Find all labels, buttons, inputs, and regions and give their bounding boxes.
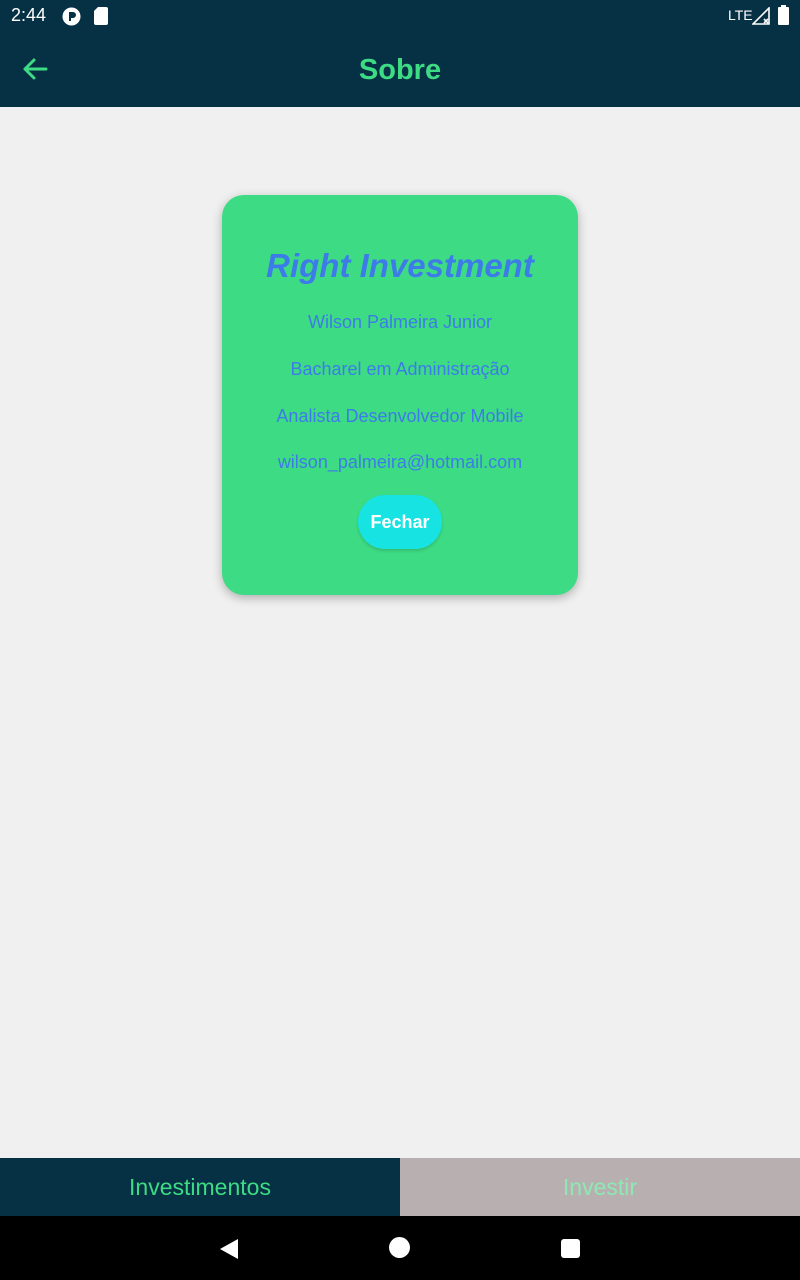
battery-icon	[778, 5, 789, 25]
close-button[interactable]: Fechar	[358, 495, 442, 549]
main-content: Right Investment Wilson Palmeira Junior …	[0, 107, 800, 1158]
network-type: LTE	[728, 7, 753, 23]
recents-square-icon[interactable]	[561, 1239, 580, 1258]
back-triangle-icon[interactable]	[219, 1238, 239, 1260]
tab-investir[interactable]: Investir	[400, 1158, 800, 1216]
status-bar: 2:44 LTE	[0, 0, 800, 32]
author-role: Analista Desenvolvedor Mobile	[276, 406, 524, 426]
about-dialog: Right Investment Wilson Palmeira Junior …	[222, 195, 578, 595]
home-circle-icon[interactable]	[389, 1237, 410, 1258]
tab-investimentos[interactable]: Investimentos	[0, 1158, 400, 1216]
signal-icon	[751, 6, 770, 25]
author-degree: Bacharel em Administração	[290, 359, 510, 379]
dialog-title: Right Investment	[266, 247, 534, 284]
author-email: wilson_palmeira@hotmail.com	[277, 452, 523, 472]
app-bar: Sobre	[0, 32, 800, 107]
author-name: Wilson Palmeira Junior	[307, 312, 493, 332]
status-time: 2:44	[11, 5, 47, 25]
system-nav-bar	[0, 1216, 800, 1280]
bottom-nav: Investimentos Investir	[0, 1158, 800, 1216]
notification-p-icon	[62, 7, 81, 26]
sd-card-icon	[94, 7, 108, 25]
page-title: Sobre	[358, 54, 442, 86]
